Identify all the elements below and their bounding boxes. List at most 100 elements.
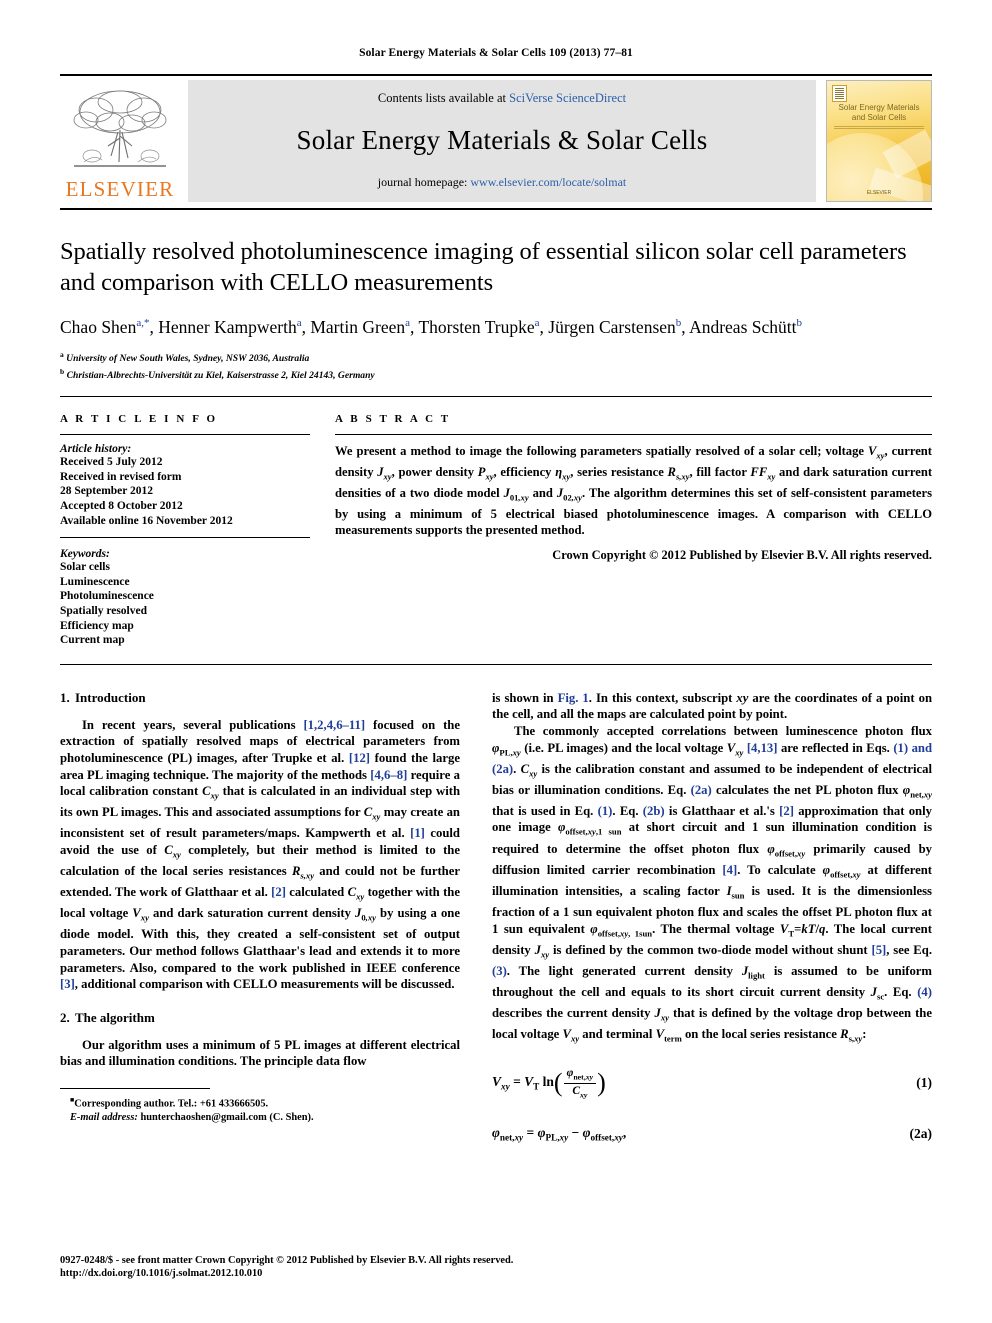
equation-ref[interactable]: (2b) [643,804,665,818]
keyword-item: Spatially resolved [60,604,148,617]
masthead-bottom-rule [60,208,932,210]
paragraph-correlations: The commonly accepted correlations betwe… [492,723,933,1044]
contents-available-line: Contents lists available at SciVerse Sci… [378,91,626,106]
cover-title-line-1: Solar Energy Materials [838,103,920,112]
footnote-rule [60,1088,210,1090]
section-heading-introduction: 1. Introduction [60,690,460,706]
citation-ref[interactable]: [3] [60,977,75,991]
citation-ref[interactable]: [1] [410,826,425,840]
journal-homepage-link[interactable]: www.elsevier.com/locate/solmat [470,175,626,189]
doi-line[interactable]: http://dx.doi.org/10.1016/j.solmat.2012.… [60,1267,580,1281]
affiliation-text: University of New South Wales, Sydney, N… [66,353,310,365]
section-number: 1. [60,689,70,705]
contents-prefix: Contents lists available at [377,91,510,105]
author-marks: a [405,317,411,329]
equation-2a-number: (2a) [909,1125,933,1141]
affiliation-mark: a [60,349,64,359]
body-column-right: is shown in Fig. 1. In this context, sub… [492,690,932,1143]
author-marks: b [796,317,803,329]
author-item: Martin Greena, [310,316,419,337]
equation-ref[interactable]: (1) and (2a) [492,741,932,776]
page-title: Spatially resolved photoluminescence ima… [60,238,907,296]
article-body: 1. Introduction In recent years, several … [60,690,932,1143]
abstract-copyright: Crown Copyright © 2012 Published by Else… [552,547,932,562]
author-marks: a [296,317,302,329]
equation-2a: φnet,xy = φPL,xy − φoffset,xy, (2a) [492,1125,932,1143]
affiliation-item: a University of New South Wales, Sydney,… [60,348,932,365]
history-item: Accepted 8 October 2012 [60,499,183,512]
citation-ref[interactable]: [5] [871,943,886,957]
equation-1-number: (1) [916,1075,932,1091]
cover-footer-mark: ELSEVIER [866,190,892,196]
affiliation-text: Christian-Albrechts-Universität zu Kiel,… [66,370,375,382]
cover-title: Solar Energy Materials and Solar Cells [827,103,931,123]
equation-ref[interactable]: (1) [598,804,613,818]
equation-2a-body: φnet,xy = φPL,xy − φoffset,xy, [492,1124,627,1143]
keyword-item: Luminescence [60,575,130,588]
section-title: The algorithm [75,1009,155,1025]
paragraph-intro: In recent years, several publications [1… [60,717,461,992]
footnote-block: ■Corresponding author. Tel.: +61 4336665… [60,1094,460,1124]
equation-ref[interactable]: (4) [917,985,932,999]
email-address[interactable]: hunterchaoshen@gmail.com (C. Shen). [140,1112,313,1123]
author-item: Chao Shena,*, [60,316,159,337]
equation-1-body: Vxy = VT ln(φnet,xy Cxy) [492,1067,606,1099]
author-marks: a [534,317,540,329]
citation-ref[interactable]: [12] [349,751,370,765]
author-name: Martin Green [310,316,406,337]
corresponding-author-note: ■Corresponding author. Tel.: +61 4336665… [60,1094,460,1111]
affiliation-item: b Christian-Albrechts-Universität zu Kie… [60,365,932,382]
history-item: Received 5 July 2012 [60,456,163,469]
affiliation-list: a University of New South Wales, Sydney,… [60,348,932,382]
citation-ref[interactable]: [4,6–8] [370,768,407,782]
cover-text-rule [834,125,924,129]
citation-ref[interactable]: [2] [271,885,286,899]
email-note: E-mail address: hunterchaoshen@gmail.com… [60,1111,460,1124]
author-item: Thorsten Trupkea, [418,316,549,337]
keyword-item: Current map [60,634,125,647]
author-name: Andreas Schütt [689,316,797,337]
elsevier-wordmark: ELSEVIER [65,177,175,201]
sciencedirect-link[interactable]: SciVerse ScienceDirect [509,91,626,105]
article-info-heading: A R T I C L E I N F O [60,413,218,426]
sciencedirect-banner: Contents lists available at SciVerse Sci… [188,80,816,202]
abstract-column: A B S T R A C T We present a method to i… [335,413,932,648]
author-item: Jürgen Carstensenb, [548,316,690,337]
citation-ref[interactable]: [2] [779,804,794,818]
equation-ref[interactable]: (3) [492,964,507,978]
journal-cover-thumbnail: Solar Energy Materials and Solar Cells E… [826,80,932,202]
cover-elsevier-mark [832,85,847,102]
history-item: Received in revised form [60,470,182,483]
journal-homepage-line: journal homepage: www.elsevier.com/locat… [378,175,626,190]
page-footer: 0927-0248/$ - see front matter Crown Cop… [60,1254,580,1281]
article-history-label: Article history: [60,443,132,456]
figure-ref[interactable]: Fig. 1 [558,691,589,705]
keywords-block: Keywords: Solar cells Luminescence Photo… [60,548,310,648]
homepage-prefix: journal homepage: [377,175,471,189]
author-marks: a,* [136,317,150,329]
abstract-rule [335,434,932,436]
section-heading-algorithm: 2. The algorithm [60,1010,460,1026]
keywords-list: Solar cells Luminescence Photoluminescen… [60,560,310,648]
author-marks: b [675,317,682,329]
citation-ref[interactable]: [1,2,4,6–11] [303,718,365,732]
author-item: Andreas Schüttb [689,317,802,337]
info-abstract-band: A R T I C L E I N F O Article history: R… [60,396,932,648]
body-top-rule [60,663,932,665]
history-item: Available online 16 November 2012 [60,514,233,527]
journal-article-page: Solar Energy Materials & Solar Cells 109… [0,0,992,1323]
email-label: E-mail address: [70,1111,138,1123]
keywords-label: Keywords: [60,548,110,561]
keyword-item: Photoluminescence [60,590,154,603]
article-history-list: Received 5 July 2012 Received in revised… [60,455,310,528]
affiliation-mark: b [60,367,65,377]
elsevier-tree-icon [66,86,174,178]
citation-ref[interactable]: [4,13] [747,741,778,755]
author-name: Henner Kampwerth [158,316,297,337]
journal-title: Solar Energy Materials & Solar Cells [296,125,708,155]
equation-ref[interactable]: (2a) [691,783,712,797]
author-name: Jürgen Carstensen [548,316,676,337]
citation-ref[interactable]: [4] [722,863,737,877]
running-head: Solar Energy Materials & Solar Cells 109… [359,47,633,59]
keyword-item: Solar cells [60,561,110,574]
